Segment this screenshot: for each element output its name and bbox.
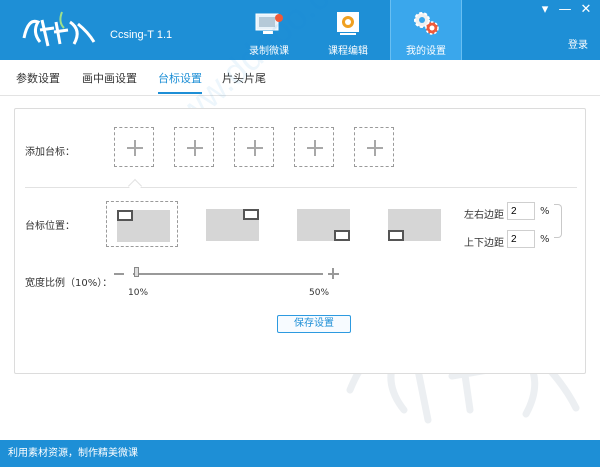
nav-record-microlesson[interactable]: 录制微课 xyxy=(233,0,305,60)
record-icon xyxy=(255,13,283,34)
tab-logo[interactable]: 台标设置 xyxy=(158,70,202,94)
minimize-button[interactable]: — xyxy=(556,2,574,18)
tab-pip[interactable]: 画中画设置 xyxy=(82,70,137,94)
add-logo-slot-3[interactable] xyxy=(234,127,274,167)
margin-lr-unit: % xyxy=(540,206,550,217)
logo-marker xyxy=(334,230,350,241)
nav-label: 我的设置 xyxy=(406,46,446,57)
menu-dropdown-button[interactable]: ▾ xyxy=(536,2,554,18)
nav-my-settings[interactable]: 我的设置 xyxy=(390,0,462,60)
nav-course-edit[interactable]: 课程编辑 xyxy=(312,0,384,60)
margin-link-bracket xyxy=(554,204,562,238)
position-top-left[interactable] xyxy=(106,201,178,247)
nav-label: 录制微课 xyxy=(249,46,289,57)
slider-decrease-icon[interactable] xyxy=(114,273,124,275)
margin-tb-label: 上下边距 xyxy=(464,238,504,249)
width-ratio-slider[interactable] xyxy=(133,273,323,275)
divider xyxy=(25,187,577,188)
save-settings-button[interactable]: 保存设置 xyxy=(277,315,351,333)
slider-increase-icon xyxy=(332,268,334,279)
add-logo-label: 添加台标： xyxy=(25,147,75,158)
title-bar: Ccsing-T 1.1 录制微课 课程编辑 我的设置 ▾ — ✕ 登录 xyxy=(0,0,600,60)
app-logo xyxy=(22,11,96,47)
logo-marker xyxy=(117,210,133,221)
status-bar: 利用素材资源，制作精美微课 xyxy=(0,440,600,467)
nav-label: 课程编辑 xyxy=(328,46,368,57)
slider-max-label: 50% xyxy=(309,288,330,298)
slider-thumb[interactable] xyxy=(134,267,139,277)
add-logo-slot-2[interactable] xyxy=(174,127,214,167)
logo-settings-panel: 添加台标： 台标位置： 左右边距 % 上下边距 % 宽度比例（10%）： 10%… xyxy=(14,108,586,374)
logo-marker xyxy=(388,230,404,241)
margin-tb-input[interactable] xyxy=(507,230,535,248)
add-logo-slot-4[interactable] xyxy=(294,127,334,167)
position-top-right[interactable] xyxy=(196,201,268,247)
tab-intro-outro[interactable]: 片头片尾 xyxy=(222,70,266,94)
margin-tb-unit: % xyxy=(540,234,550,245)
caret-indicator xyxy=(127,178,143,194)
slider-min-label: 10% xyxy=(128,288,149,298)
logo-marker xyxy=(243,209,259,220)
status-text: 利用素材资源，制作精美微课 xyxy=(8,448,138,459)
add-logo-slot-1[interactable] xyxy=(114,127,154,167)
close-button[interactable]: ✕ xyxy=(577,2,595,18)
settings-tabs: 参数设置 画中画设置 台标设置 片头片尾 xyxy=(0,60,600,96)
margin-lr-input[interactable] xyxy=(507,202,535,220)
width-ratio-label: 宽度比例（10%）： xyxy=(25,278,113,289)
edit-icon xyxy=(337,12,359,35)
position-bottom-left[interactable] xyxy=(378,201,450,247)
app-title: Ccsing-T 1.1 xyxy=(110,29,173,41)
settings-icon xyxy=(414,12,439,35)
margin-lr-label: 左右边距 xyxy=(464,210,504,221)
add-logo-slot-5[interactable] xyxy=(354,127,394,167)
login-link[interactable]: 登录 xyxy=(568,36,588,51)
position-bottom-right[interactable] xyxy=(287,201,359,247)
logo-position-label: 台标位置： xyxy=(25,221,75,232)
tab-params[interactable]: 参数设置 xyxy=(16,70,60,94)
